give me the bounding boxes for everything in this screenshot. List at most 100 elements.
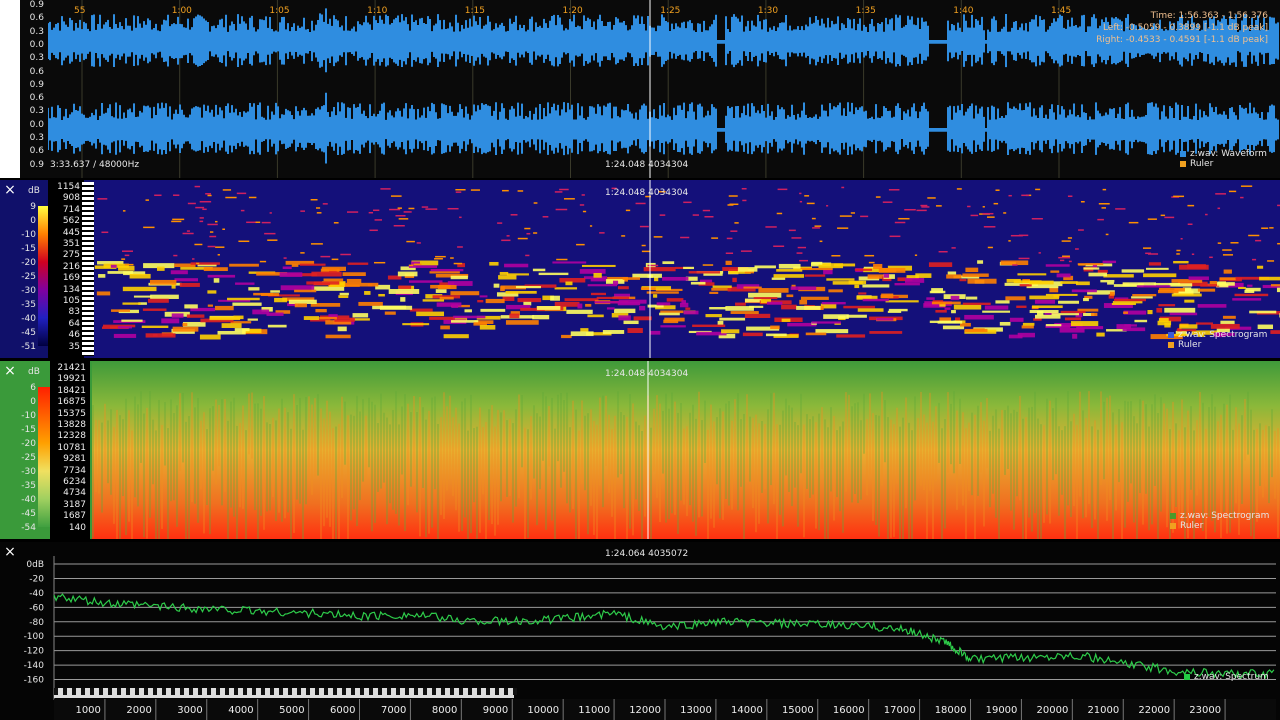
- spectral-column: [608, 414, 610, 493]
- spectral-band: [1219, 277, 1237, 281]
- spectral-band: [477, 299, 484, 303]
- spectral-harmonic: [970, 214, 979, 217]
- spectral-column: [1256, 428, 1258, 522]
- spectral-harmonic: [639, 225, 649, 228]
- spectral-harmonic: [1187, 204, 1195, 207]
- spectral-band: [618, 315, 631, 321]
- piano-black-key: [153, 688, 157, 695]
- spectrum-panel[interactable]: × 0dB -20 -40 -60 -80 -100 -120 -140 -160 1000 200…: [0, 542, 1280, 720]
- spectral-band: [214, 305, 234, 311]
- legend-label: z.wav: Waveform: [1190, 149, 1267, 159]
- spectral-column: [173, 413, 175, 501]
- spectral-harmonic: [1101, 207, 1106, 209]
- spectral-harmonic: [393, 225, 405, 227]
- spectral-harmonic: [122, 210, 126, 212]
- piano-black-key: [54, 688, 58, 695]
- spectral-column: [533, 405, 535, 479]
- spectral-column: [203, 412, 205, 534]
- spectral-harmonic: [799, 200, 803, 203]
- pitch-spectrogram[interactable]: [94, 180, 1280, 358]
- spectral-band: [303, 316, 319, 320]
- pitch-spectrogram-panel[interactable]: × dB 9 0 -10 -15 -20 -25 -30 -35 -40 -45 -51 1154 9…: [0, 180, 1280, 358]
- spectral-column: [152, 419, 154, 485]
- spectral-band: [951, 310, 956, 314]
- full-spectrogram[interactable]: [92, 361, 1280, 539]
- spectral-harmonic: [788, 229, 796, 232]
- spectral-band: [753, 297, 778, 300]
- spectral-harmonic: [983, 226, 996, 228]
- spectral-column: [395, 391, 397, 514]
- amplitude-label: 0.3: [29, 133, 44, 143]
- spectral-column: [905, 397, 907, 509]
- spectral-column: [824, 419, 826, 539]
- spectral-harmonic: [1018, 234, 1029, 237]
- close-panel-button[interactable]: ×: [2, 182, 18, 198]
- spectral-column: [125, 398, 127, 536]
- spectral-band: [1169, 312, 1198, 316]
- spectral-harmonic: [255, 221, 261, 224]
- legend-swatch: [1170, 512, 1176, 519]
- frequency-label: 21421: [57, 363, 86, 373]
- spectral-column: [404, 394, 406, 532]
- spectrum-plot[interactable]: 0dB -20 -40 -60 -80 -100 -120 -140 -160 1000 2000 3…: [0, 542, 1280, 720]
- spectral-harmonic: [398, 218, 409, 220]
- spectral-band: [1131, 296, 1153, 299]
- spectral-column: [1112, 412, 1114, 539]
- spectral-column: [272, 417, 274, 498]
- spectral-harmonic: [187, 202, 196, 205]
- spectral-column: [362, 399, 364, 482]
- spectral-column: [563, 400, 565, 472]
- spectral-harmonic: [222, 228, 226, 231]
- spectral-band: [862, 298, 889, 302]
- spectral-band: [1013, 280, 1042, 284]
- spectral-harmonic: [987, 246, 993, 249]
- spectral-band: [1111, 302, 1136, 306]
- spectral-harmonic: [916, 209, 927, 212]
- spectral-band: [443, 334, 469, 339]
- spectral-band: [1096, 332, 1105, 337]
- spectral-column: [305, 397, 307, 505]
- spectral-band: [429, 271, 460, 274]
- spectral-band: [633, 316, 652, 321]
- spectral-harmonic: [683, 201, 692, 204]
- piano-black-key: [198, 688, 202, 695]
- spectral-harmonic: [951, 247, 956, 249]
- spectral-band: [232, 302, 262, 306]
- spectral-column: [311, 404, 313, 495]
- spectral-harmonic: [581, 194, 585, 196]
- spectral-column: [770, 393, 772, 486]
- spectral-band: [1060, 281, 1078, 284]
- spectral-band: [929, 320, 957, 324]
- spectral-column: [1094, 420, 1096, 520]
- amplitude-label: 0.6: [29, 13, 44, 24]
- spectral-column: [221, 399, 223, 506]
- full-spectrogram-panel[interactable]: × dB 6 0 -10 -15 -20 -25 -30 -35 -40 -45 -54 21421…: [0, 361, 1280, 539]
- spectral-band: [744, 298, 762, 303]
- spectral-column: [1118, 409, 1120, 483]
- spectral-column: [995, 409, 997, 518]
- frequency-tick-label: 2000: [126, 705, 151, 716]
- spectral-harmonic: [1058, 256, 1071, 259]
- waveform-panel[interactable]: 0.9 0.6 0.3 0.0 0.3 0.6 0.9 0.6 0.3 0.0 0.3 0.6 0.9 …: [0, 0, 1280, 178]
- spectral-band: [506, 273, 529, 276]
- legend-swatch: [1184, 673, 1190, 680]
- legend-swatch: [1168, 341, 1174, 348]
- piano-black-key: [252, 688, 256, 695]
- close-panel-button[interactable]: ×: [2, 363, 18, 379]
- spectral-column: [1091, 426, 1093, 528]
- spectral-column: [1088, 391, 1090, 504]
- spectral-band: [790, 286, 817, 291]
- spectral-band: [566, 309, 593, 314]
- spectral-column: [1001, 409, 1003, 479]
- spectral-band: [1064, 317, 1082, 321]
- spectral-harmonic: [172, 218, 185, 221]
- spectral-band: [639, 305, 646, 311]
- spectral-band: [145, 333, 176, 338]
- spectral-column: [836, 430, 838, 498]
- spectral-harmonic: [1008, 194, 1012, 197]
- spectral-column: [299, 397, 301, 504]
- spectral-column: [941, 428, 943, 539]
- frequency-label: 134: [62, 284, 80, 295]
- spectral-harmonic: [1128, 221, 1139, 224]
- spectral-column: [326, 400, 328, 518]
